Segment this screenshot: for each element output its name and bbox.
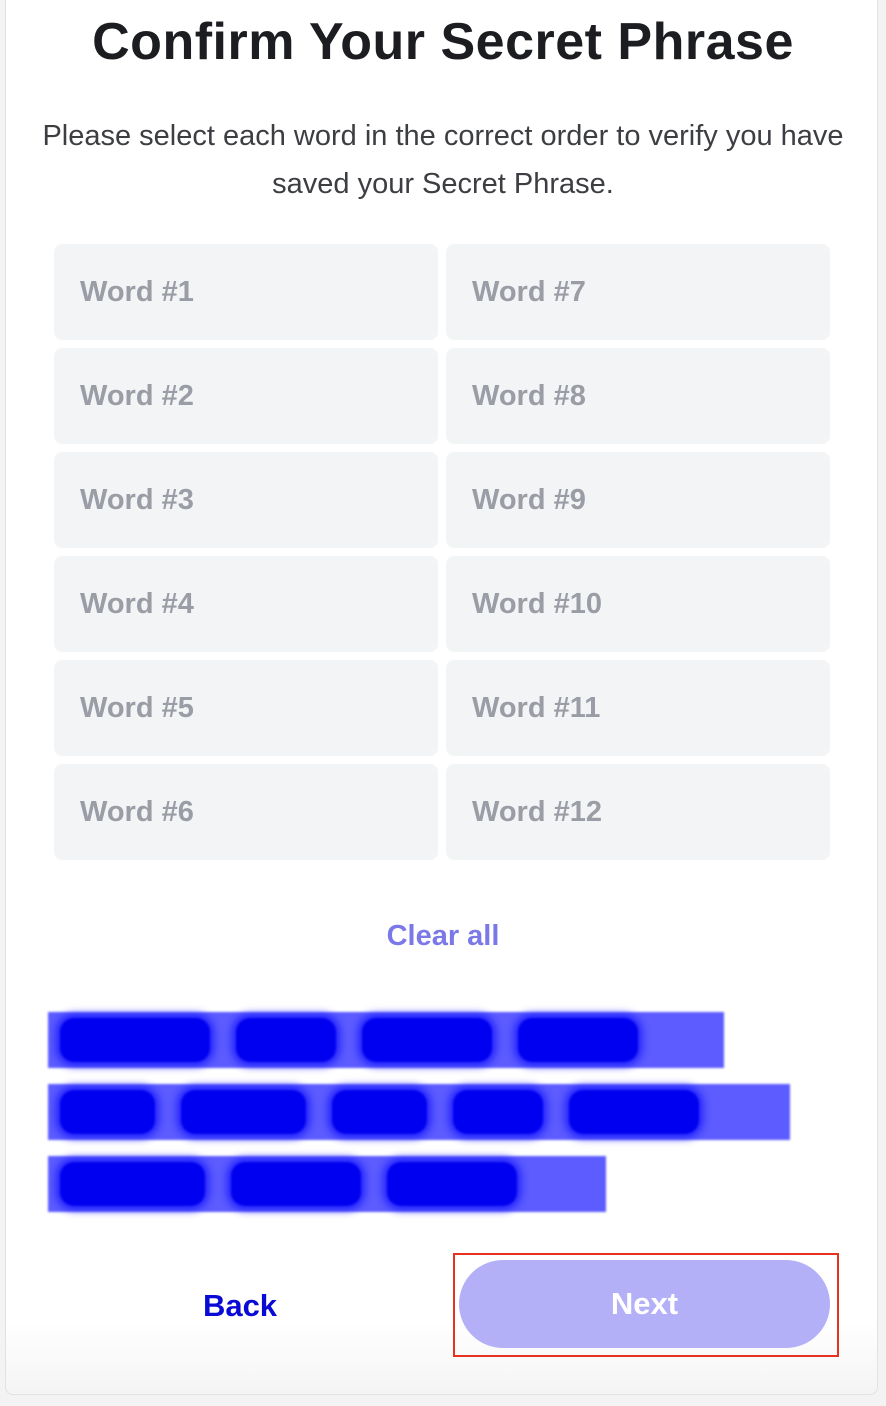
word-slot-9[interactable]: Word #9 (446, 452, 830, 548)
word-slot-10[interactable]: Word #10 (446, 556, 830, 652)
word-chip-redacted[interactable] (231, 1162, 361, 1206)
word-slot-grid: Word #1 Word #7 Word #2 Word #8 Word #3 … (54, 244, 830, 860)
clear-all-button[interactable]: Clear all (0, 920, 886, 953)
word-chip-redacted[interactable] (387, 1162, 517, 1206)
word-slot-12[interactable]: Word #12 (446, 764, 830, 860)
word-chip-redacted[interactable] (236, 1018, 336, 1062)
word-chip-redacted[interactable] (60, 1090, 155, 1134)
word-chip-redacted[interactable] (569, 1090, 699, 1134)
word-chip-redacted[interactable] (362, 1018, 492, 1062)
word-chip-redacted[interactable] (518, 1018, 638, 1062)
word-chip-redacted[interactable] (453, 1090, 543, 1134)
word-slot-3[interactable]: Word #3 (54, 452, 438, 548)
next-button[interactable]: Next (459, 1260, 830, 1348)
word-chip-redacted[interactable] (181, 1090, 306, 1134)
word-slot-4[interactable]: Word #4 (54, 556, 438, 652)
word-chip-redacted[interactable] (332, 1090, 427, 1134)
instructions-text: Please select each word in the correct o… (42, 120, 844, 200)
page-title: Confirm Your Secret Phrase (92, 13, 794, 71)
word-bank-row (48, 1012, 724, 1068)
word-slot-2[interactable]: Word #2 (54, 348, 438, 444)
word-bank-row (48, 1084, 790, 1140)
word-chip-redacted[interactable] (60, 1162, 205, 1206)
word-slot-5[interactable]: Word #5 (54, 660, 438, 756)
word-bank (48, 1012, 790, 1228)
back-button[interactable]: Back (160, 1268, 320, 1344)
word-slot-6[interactable]: Word #6 (54, 764, 438, 860)
word-slot-11[interactable]: Word #11 (446, 660, 830, 756)
word-bank-row (48, 1156, 606, 1212)
word-slot-7[interactable]: Word #7 (446, 244, 830, 340)
word-slot-1[interactable]: Word #1 (54, 244, 438, 340)
word-chip-redacted[interactable] (60, 1018, 210, 1062)
word-slot-8[interactable]: Word #8 (446, 348, 830, 444)
